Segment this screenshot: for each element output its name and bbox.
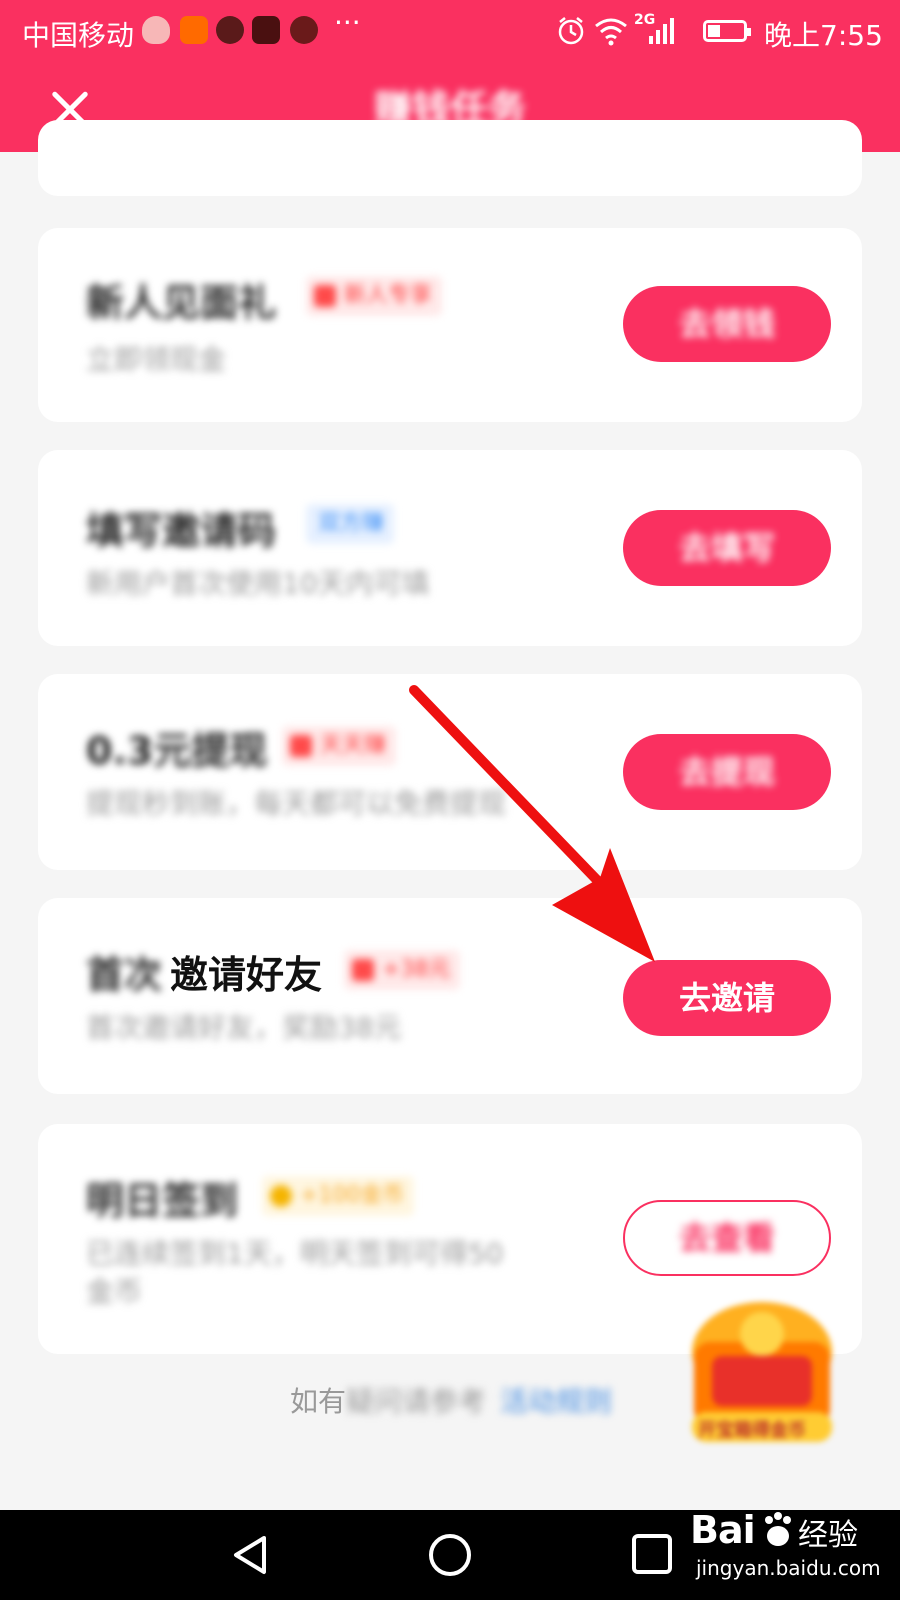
watermark-cn: 经验: [798, 1518, 858, 1553]
carrier-name: 中国移动: [22, 19, 135, 52]
task-title: 邀请好友: [170, 953, 323, 997]
button-label: 去邀请: [678, 979, 775, 1017]
cell-signal-icon: [649, 18, 674, 44]
more-notifications-icon: ···: [334, 6, 361, 39]
activity-rules-link[interactable]: 活动规则: [500, 1385, 612, 1418]
task-card-newcomer-gift: 新人见面礼 新人专享 立即领现金 去领钱: [38, 228, 862, 422]
video-app-icon: [180, 16, 208, 44]
task-tag: 新人专享: [306, 276, 443, 316]
task-subtitle-line2: 金币: [86, 1275, 143, 1308]
task-tag-label: 新人专享: [344, 283, 433, 308]
footer-text: 疑问请参考: [346, 1385, 487, 1418]
red-envelope-icon: [290, 735, 312, 757]
task-tag-label: +100金币: [300, 1183, 405, 1208]
task-tag-label: +38元: [382, 957, 451, 982]
withdraw-button[interactable]: 去提现: [623, 734, 831, 810]
footer-note: 如有疑问请参考 活动规则: [290, 1380, 612, 1420]
task-card-invite-code: 填写邀请码 双方赚 新用户首次使用10天内可填 去填写: [38, 450, 862, 646]
footer-prefix: 如有: [290, 1385, 347, 1418]
task-subtitle: 提现秒到账，每天都可以免费提现: [86, 787, 507, 820]
home-icon[interactable]: [427, 1532, 473, 1578]
baidu-jingyan-watermark: Bai 经验 jingyan.baidu.com: [690, 1504, 890, 1594]
task-card-withdraw: 0.3元提现 天天赚 提现秒到账，每天都可以免费提现 去提现: [38, 674, 862, 870]
treasure-chest-label: 开宝箱得金币: [698, 1420, 806, 1441]
coin-icon: [270, 1185, 292, 1207]
video-call-app-icon: [252, 16, 280, 44]
camera-app-icon: [216, 16, 244, 44]
red-envelope-icon: [352, 959, 374, 981]
task-tag-label: 天天赚: [320, 733, 387, 758]
alarm-icon: [558, 17, 584, 45]
watermark-url: jingyan.baidu.com: [696, 1556, 881, 1580]
task-subtitle-line1: 已连续签到1天，明天签到可得50: [86, 1237, 504, 1270]
shield-app-icon: [142, 16, 170, 44]
task-tag: +100金币: [262, 1176, 415, 1216]
button-label: 去填写: [678, 529, 775, 567]
back-icon[interactable]: [228, 1532, 274, 1578]
task-tag: 双方赚: [306, 504, 395, 544]
task-tag: 天天赚: [282, 726, 397, 766]
task-card-invite-friends: 首次 邀请好友 +38元 首次邀请好友，奖励38元 去邀请: [38, 898, 862, 1094]
status-bar: 中国移动 ··· 2G 晚上7:55: [0, 0, 900, 62]
task-tag: +38元: [344, 950, 461, 990]
task-tag-label: 双方赚: [318, 511, 385, 536]
task-title: 新人见面礼: [86, 281, 277, 325]
invite-button[interactable]: 去邀请: [623, 960, 831, 1036]
red-envelope-icon: [314, 285, 336, 307]
recent-apps-icon[interactable]: [630, 1532, 674, 1576]
battery-icon: [703, 20, 751, 42]
task-title: 填写邀请码: [86, 509, 277, 553]
task-title-prefix: 首次: [86, 953, 163, 997]
task-subtitle: 首次邀请好友，奖励38元: [86, 1011, 402, 1044]
xiu-app-icon: [290, 16, 318, 44]
button-label: 去查看: [678, 1219, 775, 1257]
task-title: 0.3元提现: [86, 729, 268, 773]
task-subtitle: 立即领现金: [86, 343, 227, 376]
task-title: 明日签到: [86, 1179, 239, 1223]
baidu-paw-icon: [765, 1512, 791, 1546]
task-subtitle: 新用户首次使用10天内可填: [86, 567, 430, 600]
clock-time: 晚上7:55: [764, 19, 883, 52]
button-label: 去领钱: [678, 305, 775, 343]
wifi-icon: [595, 18, 627, 46]
view-checkin-button[interactable]: 去查看: [623, 1200, 831, 1276]
treasure-chest-icon[interactable]: 开宝箱得金币: [672, 1292, 852, 1450]
watermark-brand: Bai: [690, 1508, 756, 1552]
button-label: 去提现: [678, 753, 775, 791]
claim-cash-button[interactable]: 去领钱: [623, 286, 831, 362]
task-card-partial: [38, 120, 862, 196]
fill-code-button[interactable]: 去填写: [623, 510, 831, 586]
